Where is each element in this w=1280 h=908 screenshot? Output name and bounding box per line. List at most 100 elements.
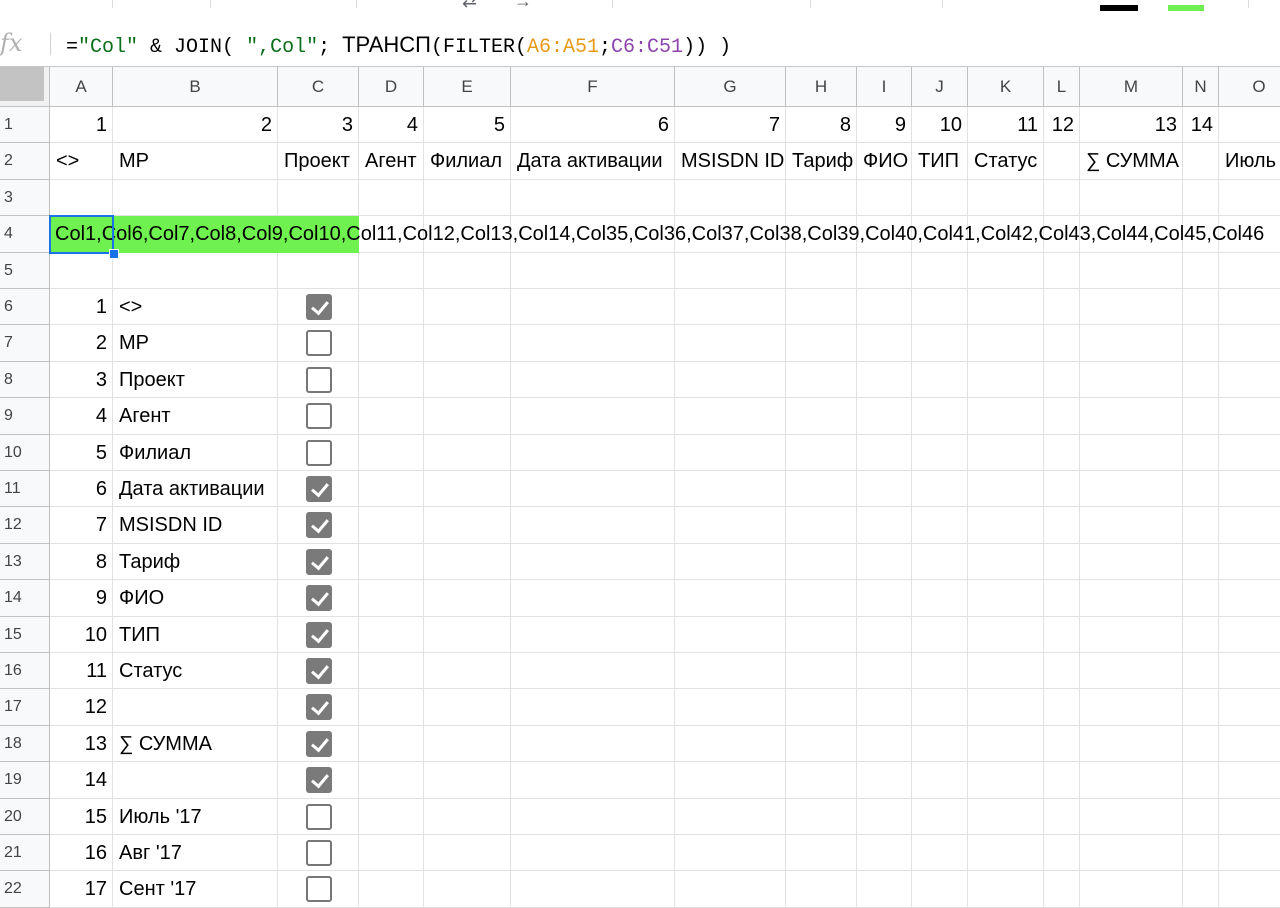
grid-cell[interactable] [968,798,1044,835]
grid-cell[interactable] [424,543,511,581]
grid-cell[interactable] [968,289,1044,326]
grid-cell[interactable] [359,179,424,217]
fill-handle[interactable] [109,248,119,259]
grid-cell[interactable] [912,580,968,617]
grid-cell[interactable] [424,871,511,908]
row-header-1[interactable]: 1 [0,107,50,144]
grid-cell[interactable] [1044,325,1080,362]
grid-cell[interactable] [424,507,511,544]
grid-cell[interactable] [857,871,912,908]
grid-cell[interactable] [675,616,786,653]
grid-cell[interactable] [511,289,675,326]
grid-cell[interactable] [857,653,912,690]
grid-cell[interactable] [912,762,968,799]
grid-cell[interactable] [1044,252,1080,289]
grid-cell[interactable] [1183,762,1219,799]
grid-cell[interactable] [968,689,1044,726]
checkbox-unchecked[interactable] [305,403,332,430]
grid-cell[interactable] [1183,689,1219,726]
grid-cell[interactable] [857,325,912,362]
grid-cell[interactable] [511,871,675,908]
grid-cell[interactable] [424,580,511,617]
row-header-5[interactable]: 5 [0,252,50,289]
grid-cell[interactable] [1044,616,1080,653]
grid-cell[interactable] [424,798,511,835]
grid-cell[interactable] [968,762,1044,799]
grid-cell[interactable] [1183,398,1219,435]
grid-cell[interactable] [1080,507,1183,544]
grid-cell[interactable] [857,616,912,653]
grid-cell[interactable] [675,762,786,799]
grid-cell[interactable] [1183,289,1219,326]
grid-cell[interactable] [511,471,675,508]
grid-cell[interactable] [1080,798,1183,835]
grid-cell[interactable] [1219,762,1280,799]
grid-cell[interactable] [1219,253,1280,289]
grid-cell[interactable] [359,289,424,326]
grid-cell[interactable] [786,798,857,835]
grid-cell[interactable] [1044,289,1080,326]
grid-cell[interactable] [675,325,786,362]
grid-cell[interactable] [786,361,857,399]
grid-cell[interactable] [912,689,968,726]
grid-cell[interactable] [424,361,511,399]
checkbox-checked[interactable] [305,585,332,612]
grid-cell[interactable] [511,252,675,289]
grid-cell[interactable] [675,580,786,617]
grid-cell[interactable] [511,325,675,362]
row-header-20[interactable]: 20 [0,798,50,835]
grid-cell[interactable] [968,616,1044,653]
grid-cell[interactable] [786,689,857,726]
grid-cell[interactable] [511,179,675,217]
grid-cell[interactable] [857,725,912,763]
row-header-10[interactable]: 10 [0,434,50,471]
formula-bar[interactable]: fx ="Col" & JOIN( ",Col"; ТРАНСП(FILTER(… [0,22,1280,67]
grid-cell[interactable] [1080,616,1183,653]
grid-cell[interactable] [968,725,1044,763]
checkbox-unchecked[interactable] [305,366,332,393]
row-header-14[interactable]: 14 [0,580,50,617]
grid-cell[interactable] [359,507,424,544]
grid-cell[interactable] [1080,580,1183,617]
grid-cell[interactable] [1044,689,1080,726]
grid-cell[interactable] [1183,361,1219,399]
grid-cell[interactable] [1080,835,1183,872]
row-header-2[interactable]: 2 [0,143,50,180]
grid-cell[interactable] [1219,107,1280,144]
grid-cell[interactable] [912,543,968,581]
row-header-21[interactable]: 21 [0,835,50,872]
grid-cell[interactable] [359,798,424,835]
grid-cell[interactable] [511,580,675,617]
grid-cell[interactable] [786,325,857,362]
grid-cell[interactable] [359,689,424,726]
grid-cell[interactable] [50,179,113,217]
row-header-8[interactable]: 8 [0,361,50,399]
fill-color-swatch[interactable] [1168,5,1204,11]
checkbox-unchecked[interactable] [305,876,332,903]
grid-cell[interactable] [1183,725,1219,763]
grid-cell[interactable] [50,252,113,289]
row-header-15[interactable]: 15 [0,616,50,653]
grid-cell[interactable] [1219,653,1280,690]
grid-cell[interactable] [424,398,511,435]
select-all-corner[interactable] [0,67,50,107]
grid-cell[interactable] [1044,507,1080,544]
grid-cell[interactable] [786,398,857,435]
grid-cell[interactable] [857,762,912,799]
row-header-7[interactable]: 7 [0,325,50,362]
column-header-c[interactable]: C [278,67,359,107]
grid-cell[interactable] [359,762,424,799]
grid-cell[interactable] [675,798,786,835]
grid-cell[interactable] [511,725,675,763]
grid-cell[interactable] [424,179,511,217]
grid-cell[interactable] [1219,398,1280,435]
column-header-n[interactable]: N [1183,67,1219,107]
grid-cell[interactable] [1183,835,1219,872]
grid-cell[interactable] [1044,361,1080,399]
grid-cell[interactable] [1183,507,1219,544]
grid-cell[interactable] [424,616,511,653]
grid-cell[interactable] [912,798,968,835]
grid-cell[interactable] [912,434,968,471]
checkbox-checked[interactable] [305,621,332,648]
column-header-o[interactable]: O [1219,67,1280,107]
